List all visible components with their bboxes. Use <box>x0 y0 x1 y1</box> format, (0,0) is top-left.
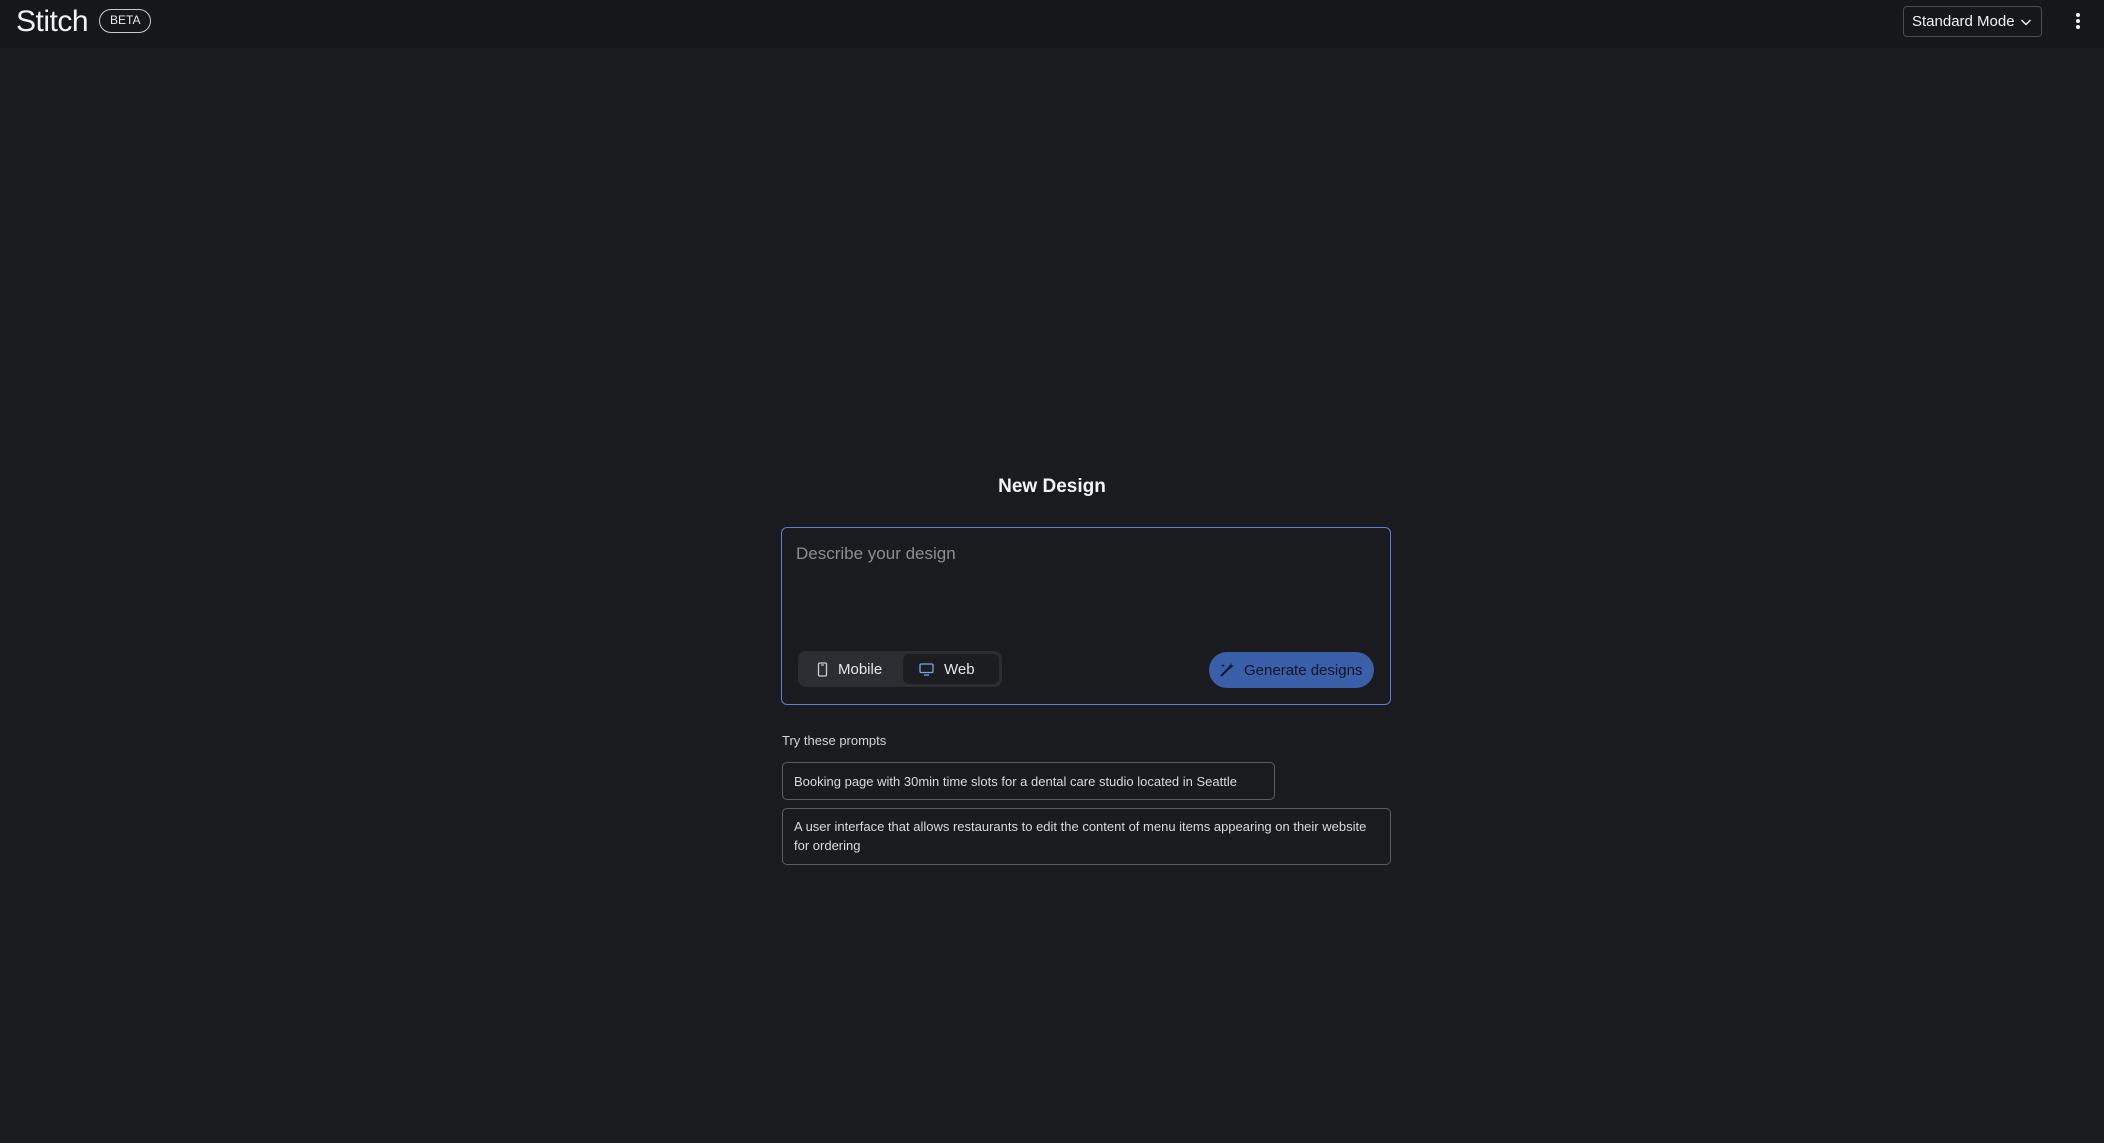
phone-icon <box>817 661 828 677</box>
mode-select[interactable]: Standard Mode <box>1903 6 2042 37</box>
suggested-prompt-chip[interactable]: A user interface that allows restaurants… <box>782 808 1391 865</box>
chevron-down-icon <box>2020 15 2032 32</box>
prompt-box: Mobile Web Generate designs <box>781 527 1391 705</box>
device-option-label: Mobile <box>838 660 883 678</box>
design-prompt-input[interactable] <box>796 544 1376 604</box>
suggestions-label: Try these prompts <box>782 733 887 748</box>
magic-wand-icon <box>1219 662 1235 678</box>
app-logo[interactable]: Stitch <box>16 4 89 40</box>
device-toggle: Mobile Web <box>798 651 1002 687</box>
suggested-prompt-chip[interactable]: Booking page with 30min time slots for a… <box>782 762 1275 800</box>
top-bar: Stitch BETA Standard Mode <box>0 0 2104 48</box>
generate-designs-label: Generate designs <box>1244 661 1363 679</box>
device-option-web[interactable]: Web <box>903 654 999 684</box>
monitor-icon <box>919 662 934 676</box>
device-option-mobile[interactable]: Mobile <box>801 654 901 684</box>
device-option-label: Web <box>944 660 975 678</box>
beta-badge: BETA <box>99 9 152 33</box>
page-title: New Design <box>998 476 1106 497</box>
mode-select-value: Standard Mode <box>1912 13 2015 30</box>
generate-designs-button[interactable]: Generate designs <box>1209 652 1374 688</box>
vertical-dots-icon[interactable] <box>2068 10 2088 32</box>
